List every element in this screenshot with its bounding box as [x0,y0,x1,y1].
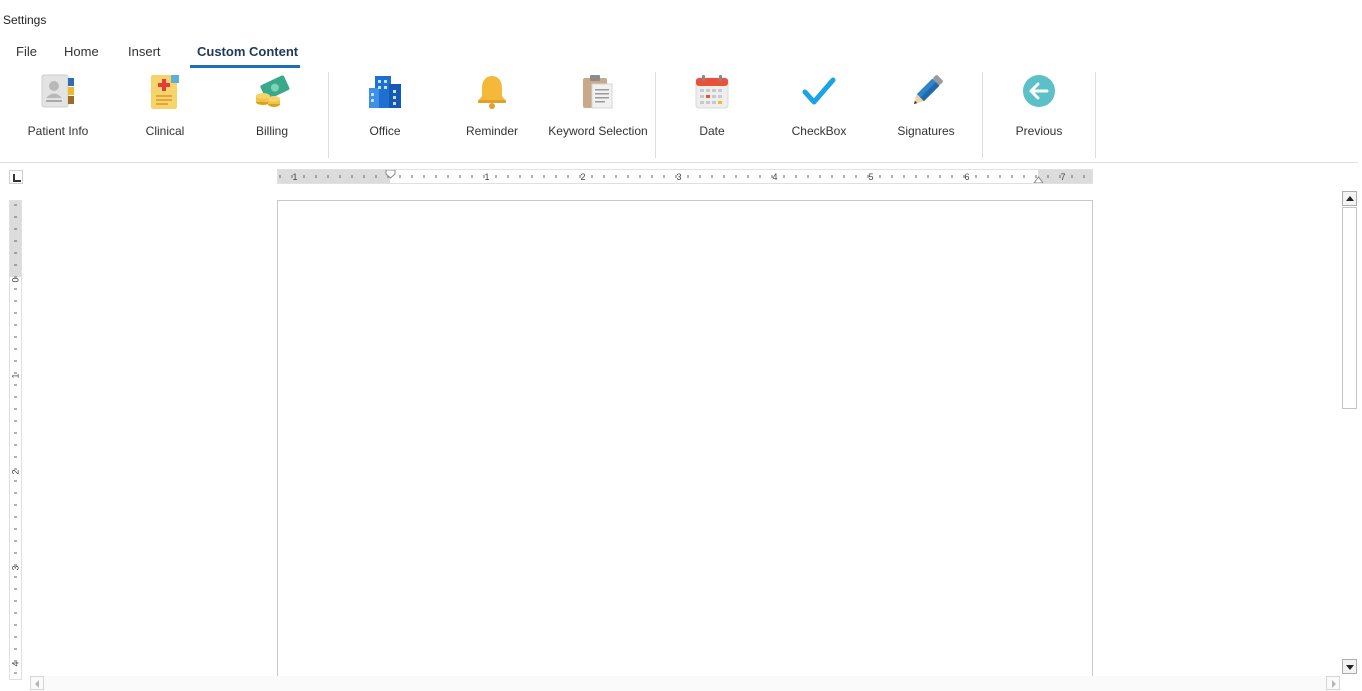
tab-custom-content[interactable]: Custom Content [197,44,298,59]
billing-money-icon [256,75,290,107]
ribbon-group-separator [1095,72,1096,158]
ruler-number: 2 [11,469,21,474]
ruler-number: 4 [11,661,21,666]
scroll-left-button[interactable] [30,676,44,690]
signatures-label: Signatures [897,124,955,138]
ruler-number: 1 [484,172,489,182]
office-label: Office [369,124,401,138]
ribbon-divider [0,162,1358,163]
clinical-label: Clinical [145,124,185,138]
ribbon-group-separator [328,72,329,158]
horizontal-scrollbar[interactable] [30,676,1340,691]
ribbon-group-separator [982,72,983,158]
back-arrow-icon [1023,75,1055,107]
arrow-right-icon [1332,680,1336,688]
date-button[interactable]: Date [672,68,752,158]
billing-label: Billing [255,124,288,138]
signatures-button[interactable]: Signatures [886,68,966,158]
clinical-button[interactable]: Clinical [125,68,205,158]
ribbon-toolbar: Patient Info Clinical Billing Office Rem… [0,68,1362,162]
horizontal-ruler[interactable]: 1 1 2 3 4 5 6 7 [277,169,1093,184]
patient-card-icon [41,74,74,108]
ruler-number: 7 [1060,172,1065,182]
pencil-icon [913,75,943,105]
ruler-ticks: 0 1 2 3 4 [11,204,21,674]
reminder-label: Reminder [465,124,519,138]
patient-info-button[interactable]: Patient Info [18,68,98,158]
ruler-number: 4 [772,172,777,182]
arrow-up-icon [1346,196,1354,201]
arrow-left-icon [35,680,39,688]
scroll-right-button[interactable] [1326,676,1340,690]
ruler-number: 1 [292,172,297,182]
office-button[interactable]: Office [345,68,425,158]
previous-label: Previous [1015,124,1063,138]
reminder-button[interactable]: Reminder [452,68,532,158]
ruler-number: 5 [868,172,873,182]
ruler-number: 1 [11,373,21,378]
tab-stop-selector[interactable] [9,170,23,184]
scroll-down-button[interactable] [1342,659,1357,674]
ruler-number: 0 [11,277,21,282]
keyword-selection-button[interactable]: Keyword Selection [545,68,651,158]
document-page[interactable] [277,200,1093,680]
ruler-number: 6 [964,172,969,182]
previous-button[interactable]: Previous [999,68,1079,158]
document-editor-window: Settings File Home Insert Custom Content… [0,0,1362,691]
vertical-scrollbar[interactable] [1342,191,1357,675]
ribbon-group-separator [655,72,656,158]
vertical-ruler[interactable]: 0 1 2 3 4 [9,200,22,680]
keyword-selection-label: Keyword Selection [548,124,648,138]
calendar-icon [695,75,729,109]
ruler-number: 3 [676,172,681,182]
ruler-number: 3 [11,565,21,570]
scrollbar-thumb[interactable] [1342,207,1357,409]
office-building-icon [369,76,401,108]
window-title: Settings [3,13,47,27]
date-label: Date [699,124,725,138]
clinical-report-icon [151,75,179,109]
ruler-number: 2 [580,172,585,182]
clipboard-icon [583,75,613,109]
right-indent-marker[interactable] [1033,176,1044,183]
arrow-down-icon [1346,665,1354,670]
patient-info-label: Patient Info [27,124,89,138]
scroll-up-button[interactable] [1342,191,1357,206]
checkmark-icon [802,77,836,105]
checkbox-button[interactable]: CheckBox [779,68,859,158]
first-line-indent-marker[interactable] [385,170,396,179]
tab-file[interactable]: File [16,44,37,59]
tab-insert[interactable]: Insert [128,44,161,59]
tab-home[interactable]: Home [64,44,99,59]
bell-icon [478,76,506,109]
ruler-ticks: 1 1 2 3 4 5 6 7 [279,170,1085,183]
billing-button[interactable]: Billing [232,68,312,158]
checkbox-label: CheckBox [791,124,847,138]
